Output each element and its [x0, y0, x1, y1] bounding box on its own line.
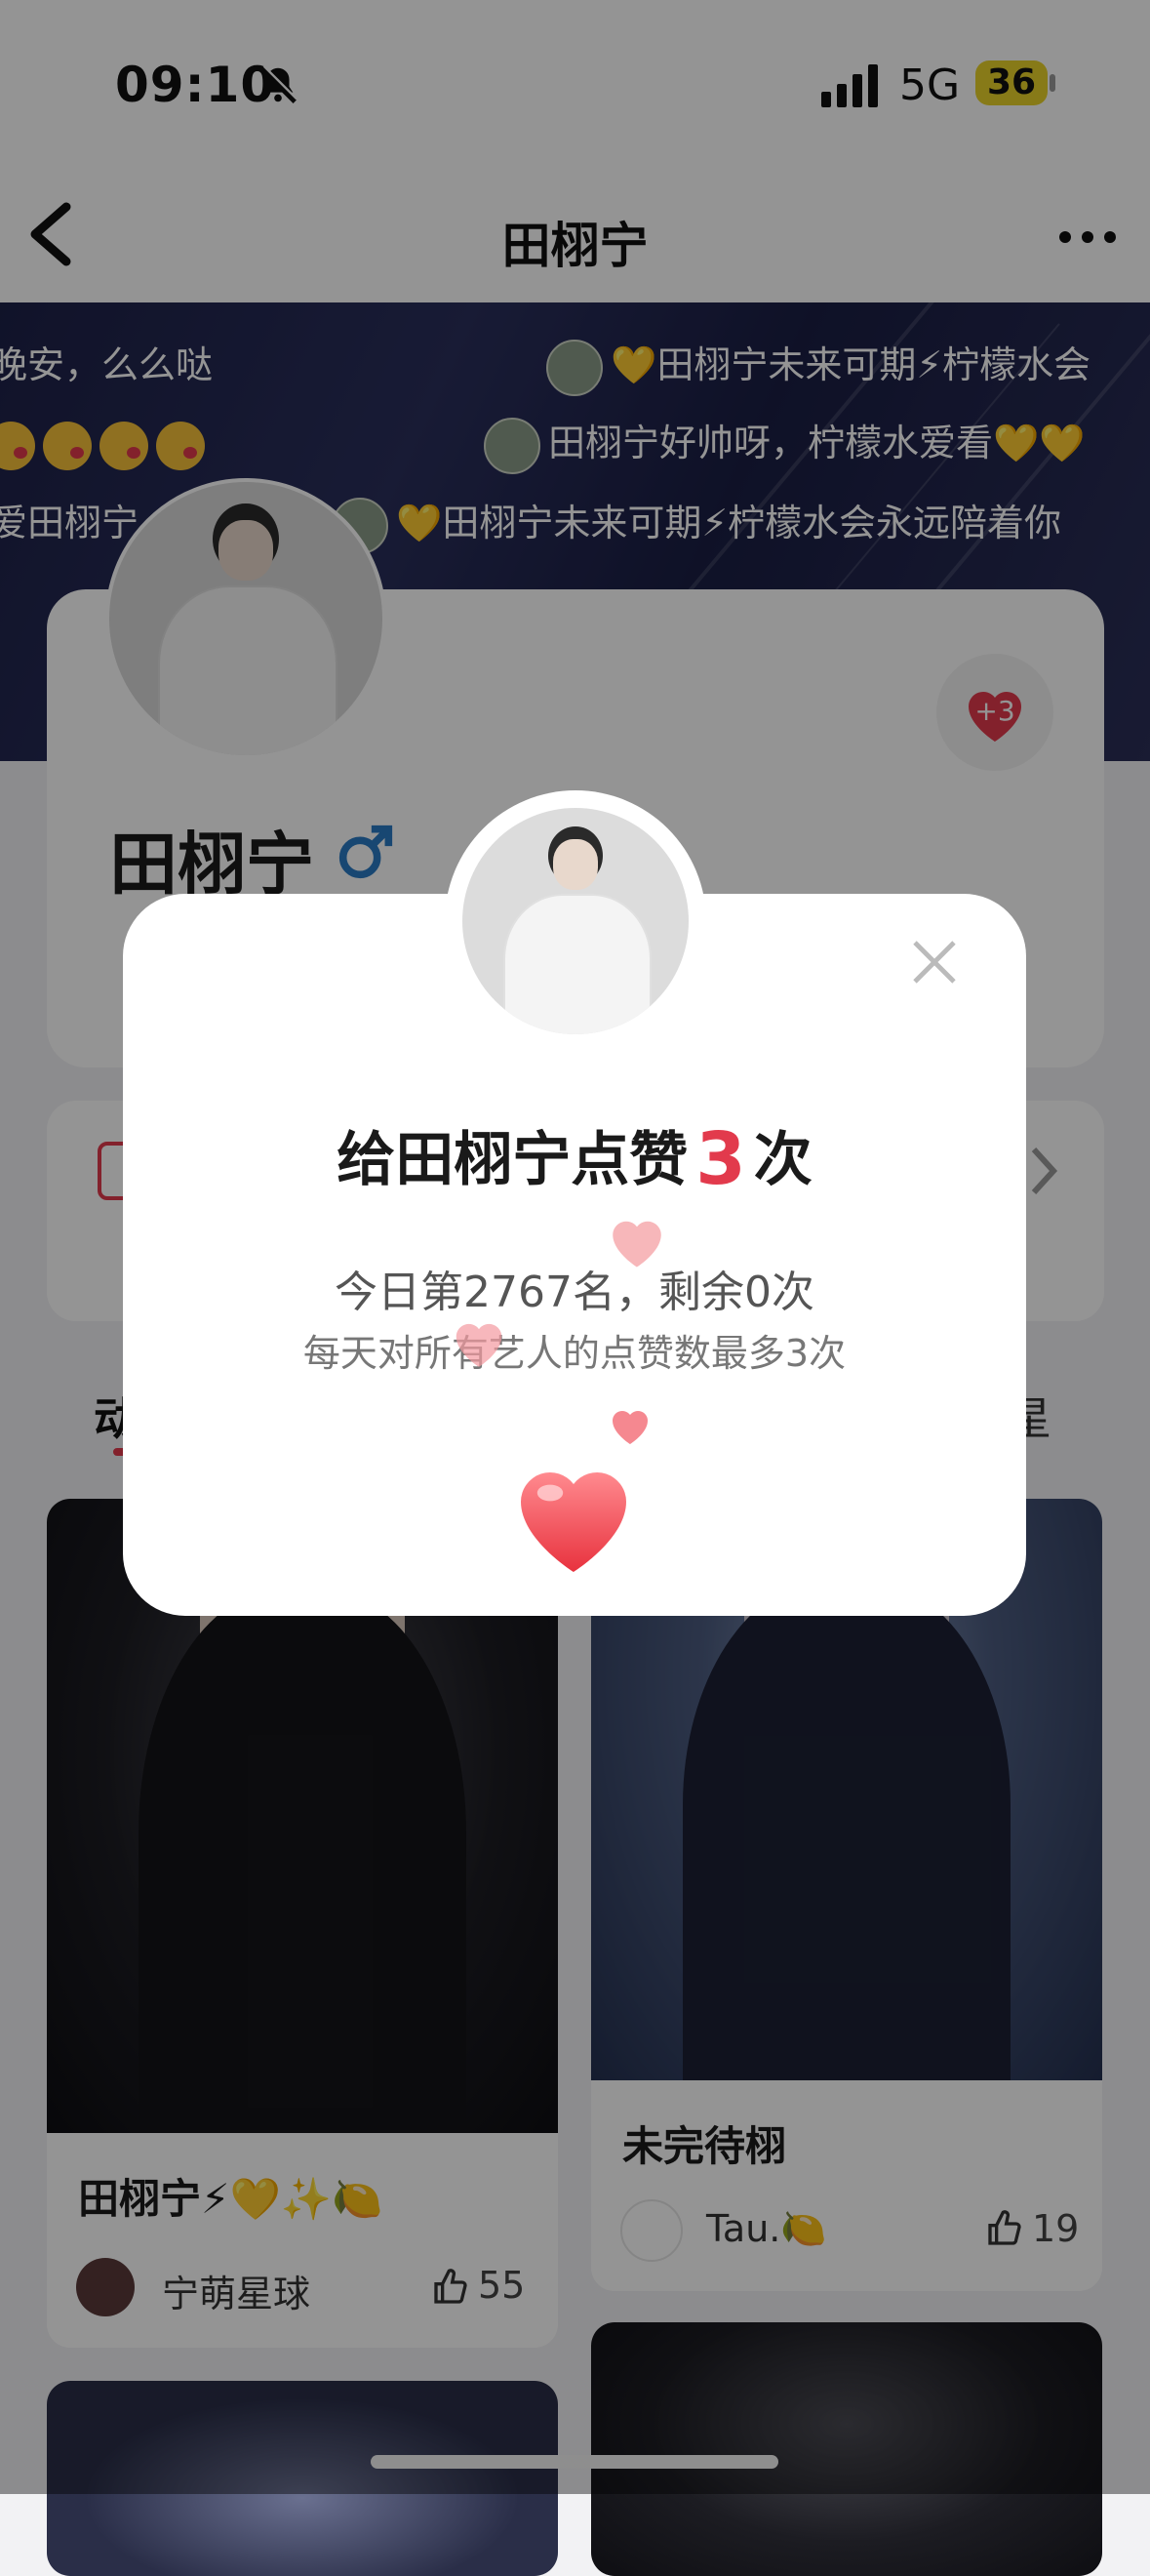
floating-heart-icon: [613, 1221, 661, 1268]
like-heart-button[interactable]: [503, 1448, 644, 1579]
close-icon[interactable]: [907, 935, 962, 989]
dialog-rank-text: 今日第2767名，剩余0次: [335, 1268, 814, 1317]
dialog-note-text: 每天对所有艺人的点赞数最多3次: [302, 1332, 847, 1375]
dialog-artist-avatar: [462, 808, 689, 1034]
floating-heart-icon: [456, 1323, 502, 1367]
like-count-number: 3: [695, 1117, 746, 1201]
dialog-title: 给田栩宁点赞 3 次: [337, 1117, 813, 1201]
floating-heart-icon: [613, 1411, 648, 1444]
